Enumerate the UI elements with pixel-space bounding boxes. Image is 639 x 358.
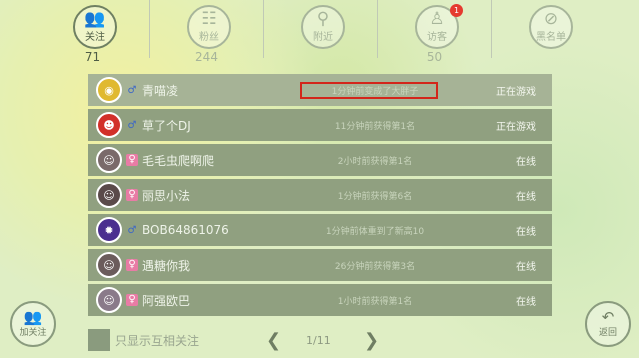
avatar[interactable]: ☺ — [96, 147, 122, 173]
tab-visitors-label: 访客 — [427, 32, 447, 43]
tab-following-button[interactable]: 👥 关注 — [73, 5, 117, 49]
friend-activity: 1分钟前获得第6名 — [337, 191, 413, 202]
avatar[interactable]: ☺ — [96, 287, 122, 313]
tab-fans-button[interactable]: ☷ 粉丝 — [187, 5, 231, 49]
female-icon: ♀ — [126, 259, 138, 271]
friend-row[interactable]: ☺ ♀ 毛毛虫爬啊爬 2小时前获得第1名 在线 — [88, 144, 552, 176]
friend-list: ◉ ♂ 青喵凌 1分钟前变成了大胖子 正在游戏 ☻ ♂ 草了个DJ 11分钟前获… — [88, 74, 552, 319]
female-icon: ♀ — [126, 294, 138, 306]
friend-status: 在线 — [516, 296, 536, 308]
chevron-left-icon[interactable]: ❮ — [266, 330, 281, 351]
female-icon: ♀ — [126, 154, 138, 166]
avatar[interactable]: ✹ — [96, 217, 122, 243]
tab-nearby-label: 附近 — [313, 32, 333, 43]
highlight-box — [300, 82, 438, 99]
notification-badge: 1 — [450, 4, 463, 17]
tab-following-count: 71 — [84, 50, 101, 64]
tab-fans-label: 粉丝 — [199, 32, 219, 43]
male-icon: ♂ — [127, 84, 137, 96]
friend-status: 在线 — [516, 156, 536, 168]
blocked-user-icon: ⊘ — [543, 9, 559, 29]
friend-row[interactable]: ☺ ♀ 遇糖你我 26分钟前获得第3名 在线 — [88, 249, 552, 281]
add-follow-label: 加关注 — [19, 328, 47, 338]
friend-activity: 11分钟前获得第1名 — [334, 121, 416, 132]
friend-row[interactable]: ☺ ♀ 阿强欧巴 1小时前获得第1名 在线 — [88, 284, 552, 316]
friend-status: 在线 — [516, 191, 536, 203]
avatar[interactable]: ◉ — [96, 77, 122, 103]
location-icon: ⚲ — [316, 9, 330, 29]
friend-activity: 26分钟前获得第3名 — [334, 261, 416, 272]
friend-name: 青喵凌 — [142, 83, 179, 98]
friend-name: 毛毛虫爬啊爬 — [142, 153, 215, 168]
friend-row[interactable]: ☺ ♀ 丽思小法 1分钟前获得第6名 在线 — [88, 179, 552, 211]
male-icon: ♂ — [127, 224, 137, 236]
tab-blacklist-button[interactable]: ⊘ 黑名单 — [529, 5, 573, 49]
tab-fans[interactable]: ☷ 粉丝 244 — [150, 0, 263, 68]
friend-status: 在线 — [516, 226, 536, 238]
group-icon: ☷ — [201, 9, 217, 29]
chevron-right-icon[interactable]: ❯ — [364, 330, 379, 351]
back-button[interactable]: ↶ 返回 — [585, 301, 631, 347]
mutual-follow-label: 只显示互相关注 — [115, 334, 200, 348]
friend-name: 阿强欧巴 — [142, 293, 191, 308]
friend-name: 草了个DJ — [142, 118, 191, 133]
tab-blacklist[interactable]: ⊘ 黑名单 — [492, 0, 605, 68]
add-user-icon: 👥 — [23, 308, 43, 326]
tab-fans-count: 244 — [195, 50, 218, 64]
friend-row[interactable]: ☻ ♂ 草了个DJ 11分钟前获得第1名 正在游戏 — [88, 109, 552, 141]
tab-blacklist-label: 黑名单 — [536, 32, 566, 43]
friend-name: BOB64861076 — [142, 223, 229, 237]
back-arrow-icon: ↶ — [601, 308, 615, 326]
avatar[interactable]: ☻ — [96, 112, 122, 138]
person-icon: ♙ — [429, 9, 445, 29]
tab-visitors[interactable]: ♙ 访客 1 50 — [378, 0, 491, 68]
tab-visitors-count: 50 — [426, 50, 443, 64]
friend-activity: 1小时前获得第1名 — [337, 296, 413, 307]
friend-status: 正在游戏 — [496, 121, 536, 133]
avatar[interactable]: ☺ — [96, 252, 122, 278]
avatar[interactable]: ☺ — [96, 182, 122, 208]
add-follow-button[interactable]: 👥 加关注 — [10, 301, 56, 347]
male-icon: ♂ — [127, 119, 137, 131]
tab-following[interactable]: 👥 关注 71 — [36, 0, 149, 68]
friend-row[interactable]: ◉ ♂ 青喵凌 1分钟前变成了大胖子 正在游戏 — [88, 74, 552, 106]
back-label: 返回 — [598, 328, 617, 338]
friend-activity: 2小时前获得第1名 — [337, 156, 413, 167]
page-indicator: 1/11 — [306, 334, 331, 347]
friend-row[interactable]: ✹ ♂ BOB64861076 1分钟前体重到了新高10 在线 — [88, 214, 552, 246]
friend-status: 正在游戏 — [496, 86, 536, 98]
friend-status: 在线 — [516, 261, 536, 273]
female-icon: ♀ — [126, 189, 138, 201]
tab-nearby[interactable]: ⚲ 附近 — [264, 0, 377, 68]
friend-name: 遇糖你我 — [142, 258, 191, 273]
tab-bar: 👥 关注 71 ☷ 粉丝 244 ⚲ 附近 ♙ 访客 1 50 ⊘ 黑名单 — [36, 0, 606, 68]
mutual-follow-checkbox[interactable] — [88, 329, 110, 351]
users-icon: 👥 — [84, 9, 106, 29]
friend-name: 丽思小法 — [142, 188, 191, 203]
tab-following-label: 关注 — [85, 32, 105, 43]
friend-activity: 1分钟前体重到了新高10 — [325, 226, 425, 237]
tab-nearby-button[interactable]: ⚲ 附近 — [301, 5, 345, 49]
